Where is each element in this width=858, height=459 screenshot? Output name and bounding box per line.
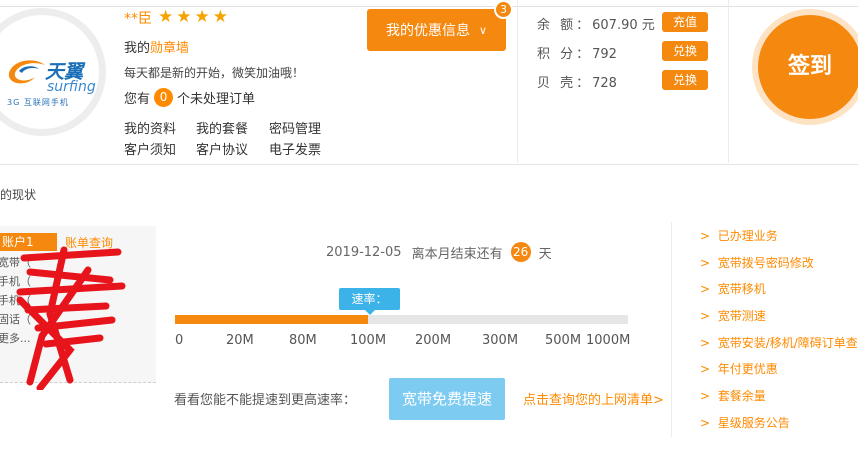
speed-tick: 20M (226, 333, 254, 348)
avatar: 天翼 surfing 3G 互联网手机 (0, 8, 106, 136)
speed-tick: 100M (350, 333, 387, 348)
link-password[interactable]: 密码管理 (269, 118, 339, 137)
link-customer-agreement[interactable]: 客户协议 (196, 139, 269, 158)
slogan: 每天都是新的开始，微笑加油哦！ (124, 66, 305, 80)
side-link-order-query[interactable]: > 宽带安装/移机/障碍订单查询 (700, 334, 858, 361)
balance-label: 余 额： (537, 18, 593, 33)
username: **臣 (124, 11, 152, 27)
divider (671, 222, 672, 437)
badge-prefix: 我的 (124, 41, 151, 56)
points-row: 积 分：792 (537, 43, 617, 62)
side-link-label: 年付更优惠 (717, 362, 778, 377)
side-link-label: 套餐余量 (717, 389, 766, 404)
divider (517, 0, 518, 163)
promo-count-badge: 3 (494, 0, 513, 19)
sign-in-button[interactable]: 签到 (752, 9, 858, 125)
section-title: 的现状 (0, 188, 37, 202)
profile-links: 我的资料 我的套餐 密码管理 客户须知 客户协议 电子发票 (124, 118, 339, 158)
speed-tick: 300M (482, 333, 519, 348)
shells-redeem-button[interactable]: 兑换 (662, 70, 708, 90)
side-link-label: 宽带移机 (717, 282, 766, 297)
free-speedup-button[interactable]: 宽带免费提速 (389, 378, 505, 420)
promo-label: 我的优惠信息 (385, 23, 470, 39)
orders-prefix: 您有 (124, 92, 151, 107)
remain-days-badge: 26 (510, 242, 531, 262)
link-e-invoice[interactable]: 电子发票 (269, 139, 339, 158)
speed-tick: 1000M (586, 333, 631, 348)
orders-suffix: 个未处理订单 (177, 92, 256, 107)
remain-suffix: 天 (538, 246, 552, 262)
side-link-dial-password[interactable]: > 宽带拨号密码修改 (700, 254, 858, 281)
shells-label: 贝 壳： (537, 76, 593, 91)
side-link-label: 宽带拨号密码修改 (717, 255, 814, 270)
speed-tick: 0 (175, 333, 184, 348)
current-date: 2019-12-05 (326, 244, 402, 260)
link-my-plan[interactable]: 我的套餐 (196, 118, 269, 137)
points-redeem-button[interactable]: 兑换 (662, 41, 708, 61)
billing-date-line: 2019-12-05 离本月结束还有 26 天 (326, 242, 552, 262)
usage-list-link[interactable]: 点击查询您的上网清单> (523, 389, 664, 408)
logo-en-text: surfing (47, 79, 96, 95)
badge-wall: 我的勋章墙 (124, 37, 189, 56)
star-rating-icon: ★★★★ (158, 7, 231, 27)
promo-info-button[interactable]: 我的优惠信息 ∨ (367, 9, 506, 51)
account-header: 天翼 surfing 3G 互联网手机 **臣 ★★★★ 我的勋章墙 每天都是新… (0, 0, 858, 165)
divider (728, 0, 729, 163)
speed-bar-fill (175, 315, 368, 324)
link-customer-notice[interactable]: 客户须知 (124, 139, 196, 158)
remain-prefix: 离本月结束还有 (411, 246, 503, 262)
speed-tick: 200M (415, 333, 452, 348)
service-links: > 已办理业务 > 宽带拨号密码修改 > 宽带移机 > 宽带测速 > 宽带安装/… (700, 227, 858, 441)
orders-count-badge[interactable]: 0 (154, 88, 174, 107)
side-link-label: 已办理业务 (717, 229, 778, 243)
shells-row: 贝 壳：728 (537, 72, 617, 91)
logo-subtitle: 3G 互联网手机 (7, 98, 69, 107)
side-link-star-notice[interactable]: > 星级服务公告 (700, 414, 858, 441)
surfing-logo-icon (8, 60, 46, 84)
speed-tick: 500M (545, 333, 582, 348)
side-link-speed-test[interactable]: > 宽带测速 (700, 307, 858, 334)
upgrade-question: 看看您能不能提速到更高速率： (174, 393, 357, 408)
balance-value: 607.90 元 (592, 18, 655, 33)
points-value: 792 (592, 47, 617, 62)
chevron-down-icon: ∨ (478, 23, 488, 37)
side-link-label: 宽带测速 (717, 309, 766, 324)
side-link-label: 宽带安装/移机/障碍订单查询 (717, 335, 858, 350)
badge-wall-link[interactable]: 勋章墙 (150, 41, 189, 56)
side-link-plan-balance[interactable]: > 套餐余量 (700, 387, 858, 414)
top-divider (0, 6, 858, 7)
points-label: 积 分： (537, 47, 593, 62)
side-link-label: 星级服务公告 (717, 415, 790, 430)
speed-tick: 80M (289, 333, 317, 348)
speed-tooltip: 速率：100M (339, 288, 400, 328)
side-link-handled[interactable]: > 已办理业务 (700, 227, 858, 254)
recharge-button[interactable]: 充值 (662, 12, 708, 32)
pending-orders: 您有 0 个未处理订单 (124, 88, 255, 107)
side-link-relocate[interactable]: > 宽带移机 (700, 280, 858, 307)
shells-value: 728 (592, 76, 617, 91)
link-my-profile[interactable]: 我的资料 (124, 118, 196, 137)
side-link-annual-pay[interactable]: > 年付更优惠 (700, 360, 858, 387)
balance-row: 余 额：607.90 元 (537, 14, 655, 33)
redaction-scribble (16, 246, 126, 390)
